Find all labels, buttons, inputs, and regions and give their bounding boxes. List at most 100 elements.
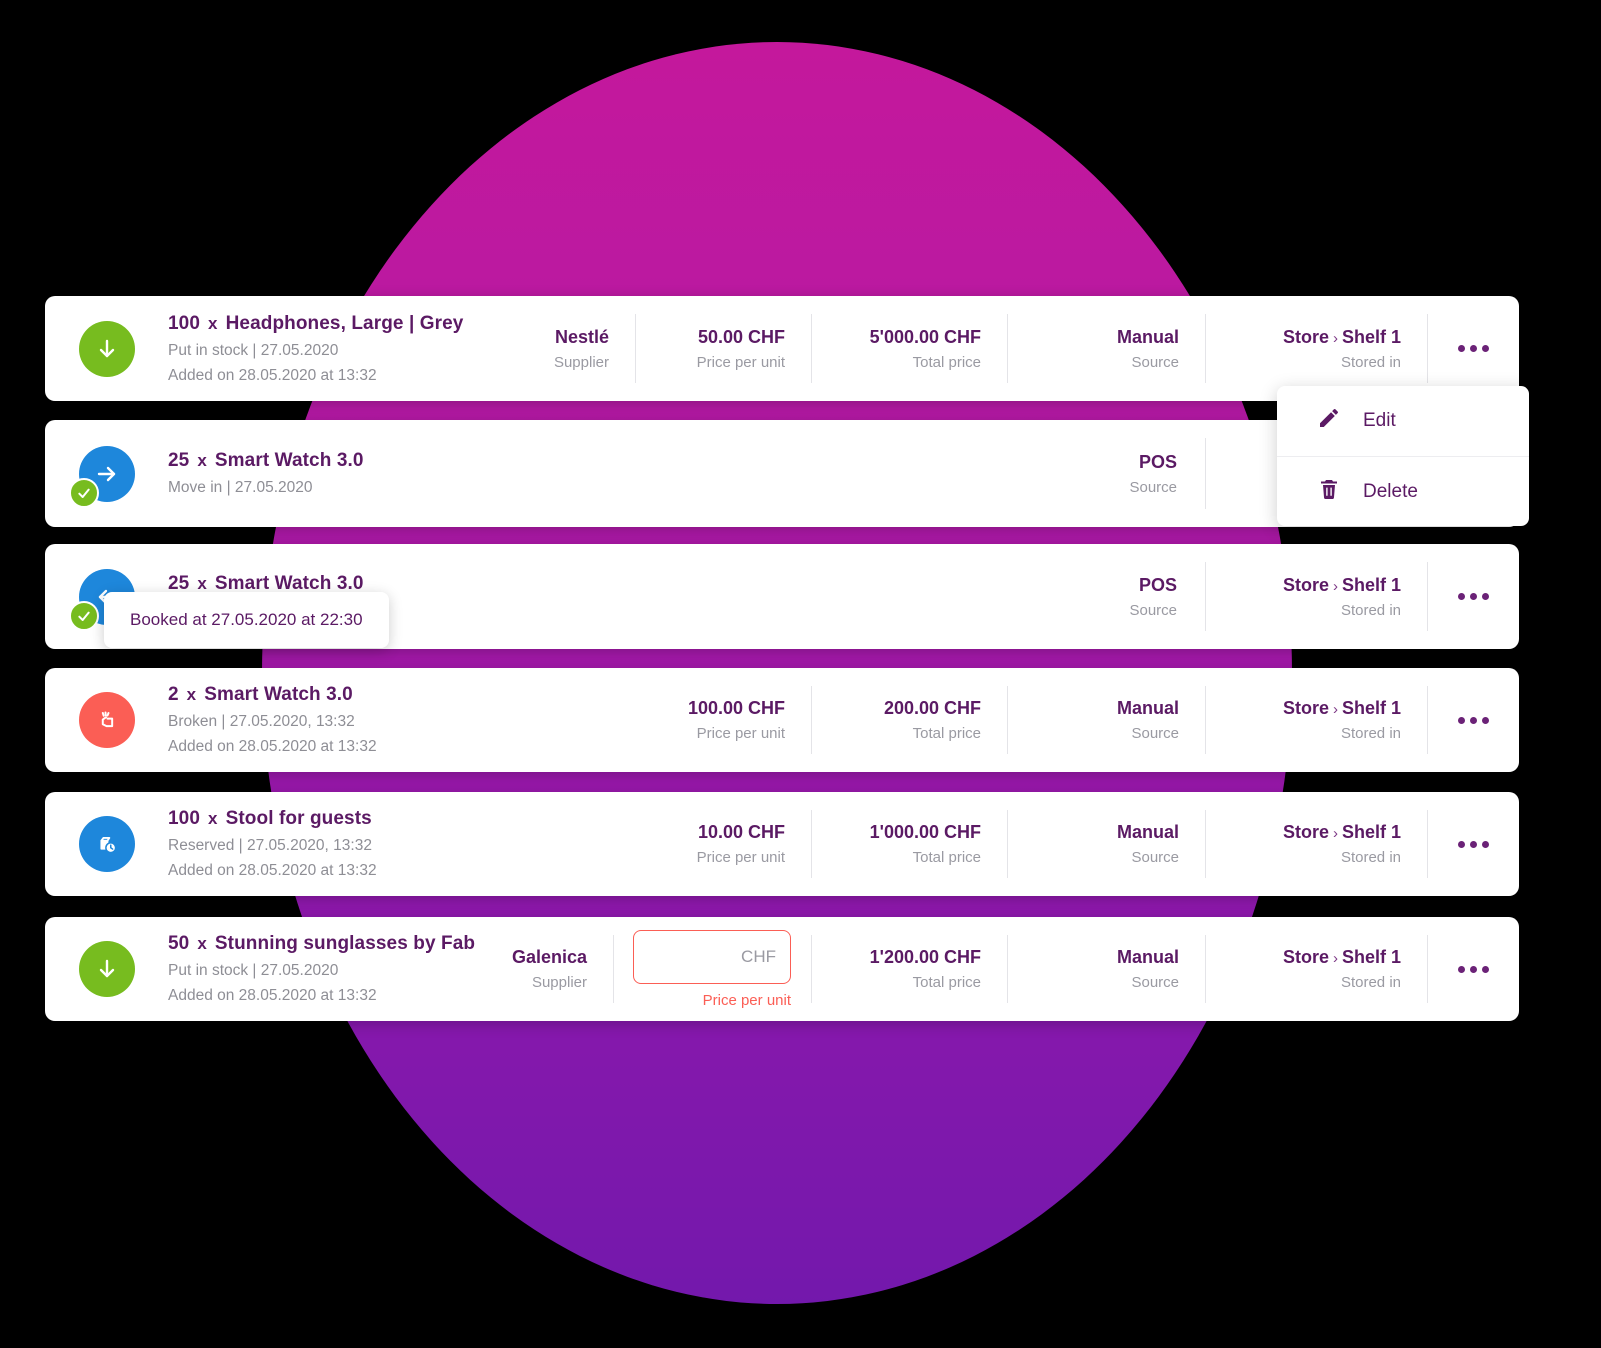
row-stored-in-parent: Store bbox=[1282, 822, 1329, 842]
row-title: 2 x Smart Watch 3.0 bbox=[168, 684, 468, 706]
row-stored-in-child: Shelf 1 bbox=[1341, 326, 1401, 347]
row-title: 100 x Headphones, Large | Grey bbox=[168, 312, 463, 335]
row-price-per-unit-col: 10.00 CHF Price per unit bbox=[635, 792, 811, 896]
broken-item-icon bbox=[78, 692, 135, 748]
more-options-icon[interactable] bbox=[1457, 965, 1489, 973]
row-times-symbol: x bbox=[197, 451, 207, 470]
more-options-icon[interactable] bbox=[1457, 593, 1489, 600]
row-status-line: Put in stock | 27.05.2020 bbox=[168, 962, 339, 979]
row-source-col: Manual Source bbox=[1007, 668, 1205, 772]
row-status-line: Move in | 27.05.2020 bbox=[168, 479, 313, 496]
row-stored-in-col: Store › Shelf 1 Stored in bbox=[1205, 792, 1427, 896]
row-total-price-value: 200.00 CHF bbox=[883, 698, 981, 718]
row-stored-in-value: Store › Shelf 1 bbox=[1231, 698, 1401, 719]
row-price-per-unit-value: 10.00 CHF bbox=[697, 822, 785, 842]
row-icon-cell bbox=[45, 917, 168, 1021]
icon-badge-wrap bbox=[68, 445, 135, 508]
row-quantity: 2 bbox=[168, 684, 179, 705]
row-icon-cell bbox=[45, 296, 168, 401]
row-source-col: Manual Source bbox=[1007, 917, 1205, 1021]
row-supplier-label: Supplier bbox=[553, 353, 609, 371]
row-supplier-value: Galenica bbox=[511, 947, 587, 967]
context-menu-item-delete-label: Delete bbox=[1363, 480, 1418, 502]
chevron-right-icon: › bbox=[1332, 950, 1338, 967]
row-stored-in-parent: Store bbox=[1282, 326, 1329, 347]
row-price-per-unit-col: 100.00 CHF Price per unit bbox=[635, 668, 811, 772]
row-total-price-col: 1'000.00 CHF Total price bbox=[811, 792, 1007, 896]
row-quantity: 50 bbox=[168, 933, 190, 954]
row-price-per-unit-value: 50.00 CHF bbox=[697, 326, 785, 347]
row-stored-in-parent: Store bbox=[1282, 698, 1329, 718]
context-menu-item-edit[interactable]: Edit bbox=[1277, 386, 1529, 456]
context-menu-item-delete[interactable]: Delete bbox=[1277, 456, 1529, 526]
check-badge-icon bbox=[68, 600, 99, 631]
pencil-icon bbox=[1317, 406, 1341, 436]
row-source-value: Manual bbox=[1116, 822, 1179, 842]
row-total-price-value: 1'200.00 CHF bbox=[869, 947, 981, 967]
row-source-label: Source bbox=[1129, 601, 1177, 619]
row-status-line: Put in stock | 27.05.2020 bbox=[168, 341, 339, 359]
row-stored-in-value: Store › Shelf 1 bbox=[1231, 575, 1401, 596]
row-stored-in-value: Store › Shelf 1 bbox=[1231, 327, 1401, 348]
row-stored-in-col: Store › Shelf 1 Stored in bbox=[1205, 544, 1427, 649]
row-supplier-col: Nestlé Supplier bbox=[505, 296, 635, 401]
arrow-down-icon bbox=[78, 941, 135, 997]
row-overflow-menu-button[interactable] bbox=[1427, 792, 1519, 896]
row-times-symbol: x bbox=[208, 313, 218, 333]
row-source-label: Source bbox=[1131, 974, 1179, 991]
row-product-name: Smart Watch 3.0 bbox=[214, 450, 364, 471]
row-stored-in-child: Shelf 1 bbox=[1341, 574, 1401, 595]
row-main-cell: 25 x Smart Watch 3.0 Move in | 27.05.202… bbox=[168, 450, 468, 497]
row-product-name: Stool for guests bbox=[225, 808, 372, 829]
row-icon-cell bbox=[45, 420, 168, 527]
row-total-price-col: 1'200.00 CHF Total price bbox=[811, 917, 1007, 1021]
row-source-col: POS Source bbox=[1007, 420, 1205, 527]
more-options-icon[interactable] bbox=[1457, 840, 1489, 848]
row-added-line: Added on 28.05.2020 at 13:32 bbox=[168, 987, 377, 1004]
row-source-label: Source bbox=[1129, 478, 1177, 496]
row-icon-cell bbox=[45, 792, 168, 896]
row-total-price-label: Total price bbox=[912, 849, 981, 866]
row-price-per-unit-col: 50.00 CHF Price per unit bbox=[635, 296, 811, 401]
row-stored-in-child: Shelf 1 bbox=[1341, 822, 1401, 842]
row-title: 100 x Stool for guests bbox=[168, 808, 468, 830]
chevron-right-icon: › bbox=[1332, 825, 1338, 842]
row-times-symbol: x bbox=[197, 934, 207, 953]
icon-badge-wrap bbox=[78, 816, 135, 872]
table-row[interactable]: 50 x Stunning sunglasses by Fab Put in s… bbox=[45, 917, 1519, 1021]
row-source-col: Manual Source bbox=[1007, 792, 1205, 896]
row-overflow-menu-button[interactable] bbox=[1427, 917, 1519, 1021]
row-added-line: Added on 28.05.2020 at 13:32 bbox=[168, 366, 377, 384]
row-total-price-value: 5'000.00 CHF bbox=[869, 326, 981, 347]
row-price-per-unit-col: CHF Price per unit bbox=[613, 917, 811, 1021]
more-options-icon[interactable] bbox=[1457, 716, 1489, 724]
check-badge-icon bbox=[68, 477, 99, 508]
trash-icon bbox=[1317, 477, 1341, 507]
row-icon-cell bbox=[45, 668, 168, 772]
row-quantity: 100 bbox=[168, 312, 201, 334]
row-source-value: Manual bbox=[1116, 947, 1179, 967]
row-overflow-menu-button[interactable] bbox=[1427, 668, 1519, 772]
row-source-label: Source bbox=[1131, 353, 1179, 371]
row-context-menu[interactable]: Edit Delete bbox=[1277, 386, 1529, 526]
row-source-value: Manual bbox=[1116, 698, 1179, 718]
row-stored-in-child: Shelf 1 bbox=[1341, 947, 1401, 967]
row-overflow-menu-button[interactable] bbox=[1427, 544, 1519, 649]
row-added-line: Added on 28.05.2020 at 13:32 bbox=[168, 862, 377, 879]
price-per-unit-input[interactable]: CHF bbox=[633, 929, 791, 984]
table-row[interactable]: 100 x Stool for guests Reserved | 27.05.… bbox=[45, 792, 1519, 896]
row-total-price-label: Total price bbox=[912, 353, 981, 371]
row-stored-in-label: Stored in bbox=[1340, 849, 1401, 866]
row-status-line: Broken | 27.05.2020, 13:32 bbox=[168, 713, 355, 730]
row-supplier-label: Supplier bbox=[531, 974, 587, 991]
row-stored-in-col: Store › Shelf 1 Stored in bbox=[1205, 917, 1427, 1021]
row-supplier-col: Galenica Supplier bbox=[483, 917, 613, 1021]
row-main-cell: 2 x Smart Watch 3.0 Broken | 27.05.2020,… bbox=[168, 684, 478, 756]
row-main-cell: 50 x Stunning sunglasses by Fab Put in s… bbox=[168, 933, 475, 1005]
more-options-icon[interactable] bbox=[1457, 345, 1489, 352]
row-price-per-unit-value: 100.00 CHF bbox=[687, 698, 785, 718]
row-stored-in-label: Stored in bbox=[1340, 725, 1401, 742]
table-row[interactable]: 2 x Smart Watch 3.0 Broken | 27.05.2020,… bbox=[45, 668, 1519, 772]
row-stored-in-parent: Store bbox=[1282, 574, 1329, 595]
row-times-symbol: x bbox=[208, 809, 218, 828]
